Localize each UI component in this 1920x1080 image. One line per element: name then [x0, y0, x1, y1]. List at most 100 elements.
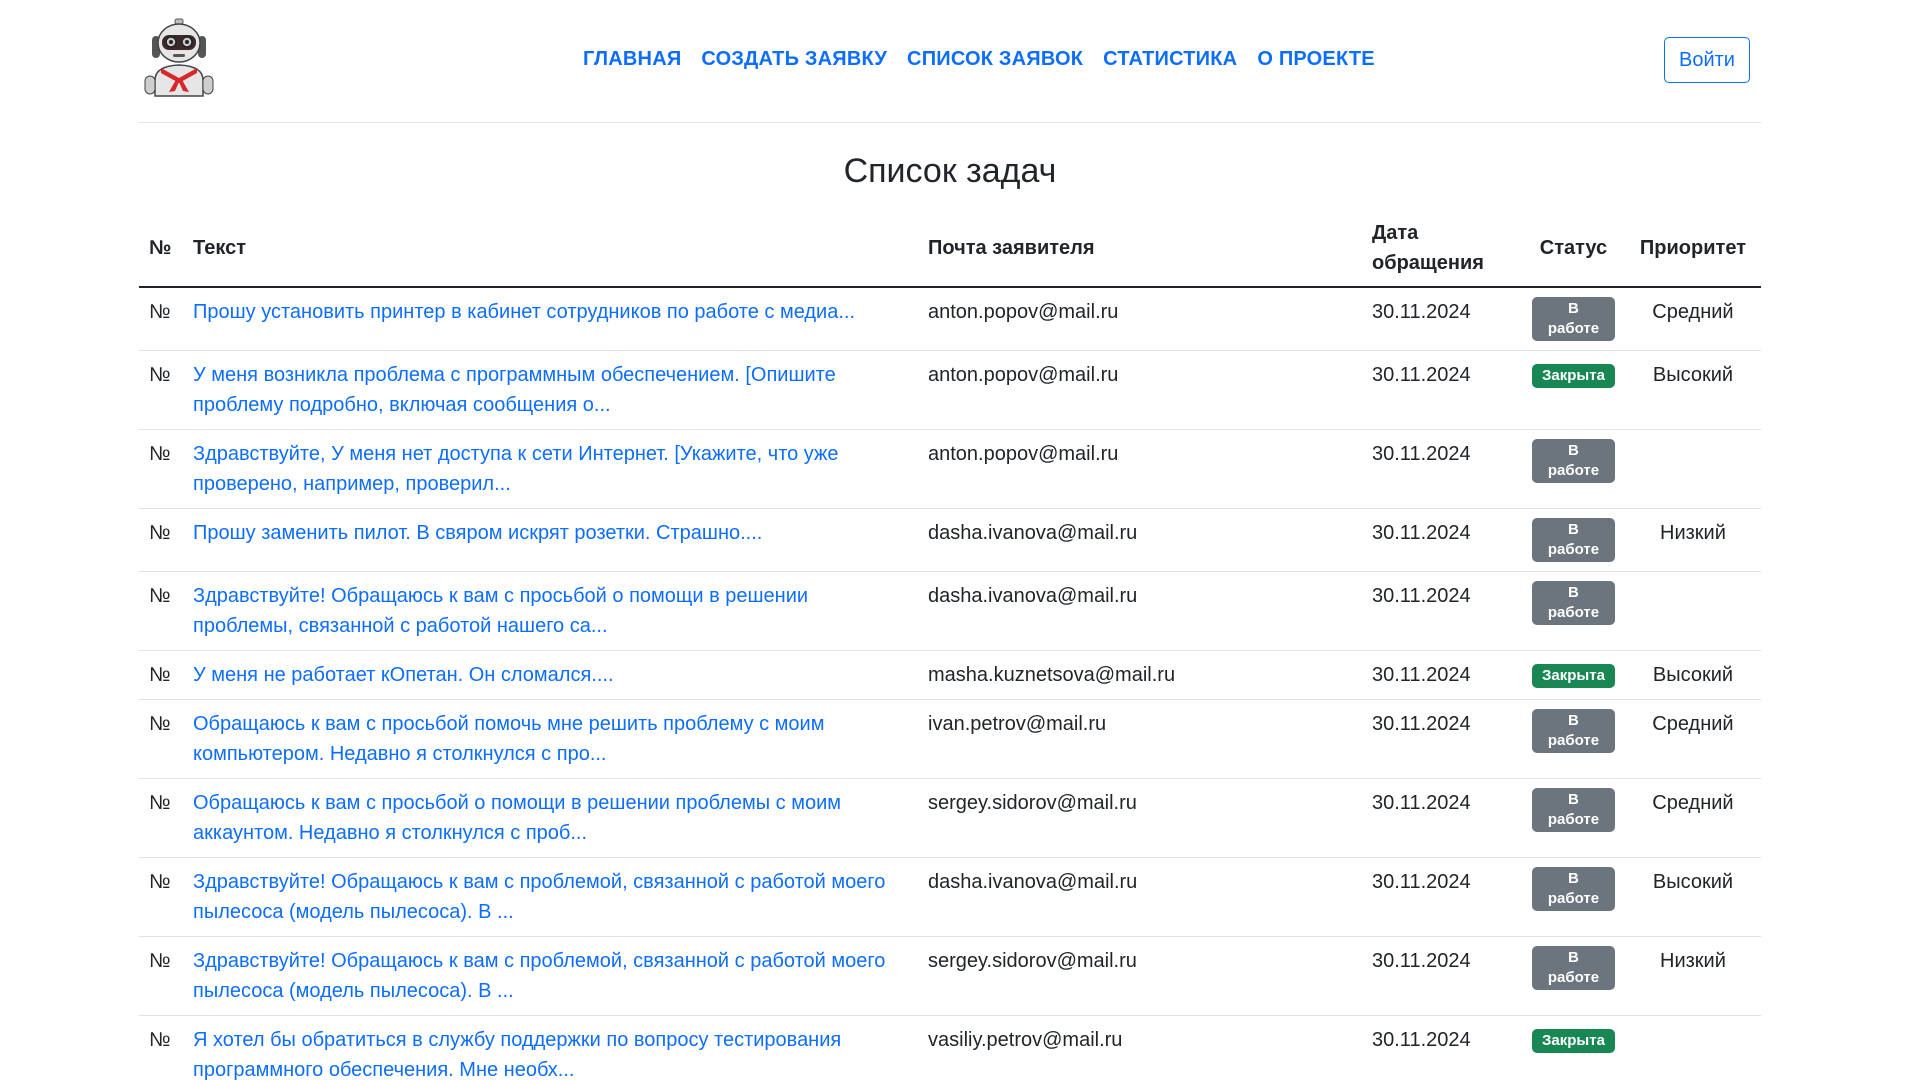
row-status-cell: В работе [1522, 699, 1625, 779]
header-text: Текст [183, 212, 918, 288]
row-status-cell: В работе [1522, 778, 1625, 858]
robot-logo-icon[interactable] [139, 18, 219, 98]
row-email: dasha.ivanova@mail.ru [918, 508, 1362, 572]
row-text-cell: Обращаюсь к вам с просьбой о помощи в ре… [183, 778, 918, 858]
row-text-cell: Прошу заменить пилот. В свяром искрят ро… [183, 508, 918, 572]
request-text-link[interactable]: У меня возникла проблема с программным о… [193, 364, 836, 416]
request-text-link[interactable]: Обращаюсь к вам с просьбой о помощи в ре… [193, 792, 841, 844]
row-number: № [139, 936, 183, 1016]
request-text-link[interactable]: Прошу установить принтер в кабинет сотру… [193, 301, 855, 323]
row-status-cell: В работе [1522, 857, 1625, 937]
table-row: № Обращаюсь к вам с просьбой о помощи в р… [139, 778, 1761, 858]
row-email: ivan.petrov@mail.ru [918, 699, 1362, 779]
row-number: № [139, 699, 183, 779]
row-email: dasha.ivanova@mail.ru [918, 571, 1362, 651]
row-priority: Средний [1624, 287, 1761, 351]
row-number: № [139, 1015, 183, 1080]
row-number: № [139, 287, 183, 351]
request-text-link[interactable]: Здравствуйте, У меня нет доступа к сети … [193, 443, 839, 495]
row-status-cell: В работе [1522, 287, 1625, 351]
row-status-cell: Закрыта [1522, 350, 1625, 430]
table-row: № Здравствуйте! Обращаюсь к вам с просьбо… [139, 571, 1761, 651]
row-number: № [139, 571, 183, 651]
row-status-cell: Закрыта [1522, 1015, 1625, 1080]
row-email: anton.popov@mail.ru [918, 287, 1362, 351]
row-date: 30.11.2024 [1362, 650, 1522, 700]
row-text-cell: У меня не работает кОпетан. Он сломался.… [183, 650, 918, 700]
row-date: 30.11.2024 [1362, 936, 1522, 1016]
row-status-cell: Закрыта [1522, 650, 1625, 700]
row-text-cell: У меня возникла проблема с программным о… [183, 350, 918, 430]
nav-home-link[interactable]: ГЛАВНАЯ [573, 48, 691, 71]
row-text-cell: Здравствуйте, У меня нет доступа к сети … [183, 429, 918, 509]
header-email: Почта заявителя [918, 212, 1362, 288]
row-date: 30.11.2024 [1362, 699, 1522, 779]
row-priority: Низкий [1624, 508, 1761, 572]
status-badge: В работе [1532, 439, 1615, 483]
row-text-cell: Я хотел бы обратиться в службу поддержки… [183, 1015, 918, 1080]
status-badge: В работе [1532, 297, 1615, 341]
row-priority [1624, 429, 1761, 509]
status-badge: В работе [1532, 946, 1615, 990]
row-date: 30.11.2024 [1362, 429, 1522, 509]
status-badge: В работе [1532, 867, 1615, 911]
row-date: 30.11.2024 [1362, 571, 1522, 651]
header-priority: Приоритет [1624, 212, 1761, 288]
table-body: № Прошу установить принтер в кабинет сотр… [139, 287, 1761, 1080]
row-priority [1624, 1015, 1761, 1080]
request-text-link[interactable]: Прошу заменить пилот. В свяром искрят ро… [193, 522, 762, 544]
request-text-link[interactable]: Обращаюсь к вам с просьбой помочь мне ре… [193, 713, 824, 765]
row-email: masha.kuznetsova@mail.ru [918, 650, 1362, 700]
row-priority: Средний [1624, 778, 1761, 858]
status-badge: Закрыта [1532, 363, 1615, 388]
row-email: vasiliy.petrov@mail.ru [918, 1015, 1362, 1080]
request-text-link[interactable]: Здравствуйте! Обращаюсь к вам с проблемо… [193, 871, 885, 923]
row-text-cell: Обращаюсь к вам с просьбой помочь мне ре… [183, 699, 918, 779]
table-row: № У меня не работает кОпетан. Он сломался… [139, 650, 1761, 700]
row-number: № [139, 650, 183, 700]
header-num: № [139, 212, 183, 288]
row-text-cell: Прошу установить принтер в кабинет сотру… [183, 287, 918, 351]
nav-create-request-link[interactable]: СОЗДАТЬ ЗАЯВКУ [691, 48, 897, 71]
row-date: 30.11.2024 [1362, 778, 1522, 858]
row-status-cell: В работе [1522, 571, 1625, 651]
row-text-cell: Здравствуйте! Обращаюсь к вам с проблемо… [183, 857, 918, 937]
table-row: № Здравствуйте! Обращаюсь к вам с проблем… [139, 857, 1761, 937]
row-email: anton.popov@mail.ru [918, 429, 1362, 509]
main-container: ГЛАВНАЯ СОЗДАТЬ ЗАЯВКУ СПИСОК ЗАЯВОК СТА… [139, 0, 1761, 1080]
table-header-row: № Текст Почта заявителя Дата обращения С… [139, 212, 1761, 288]
row-priority: Высокий [1624, 650, 1761, 700]
nav-statistics-link[interactable]: СТАТИСТИКА [1093, 48, 1247, 71]
row-date: 30.11.2024 [1362, 857, 1522, 937]
row-status-cell: В работе [1522, 936, 1625, 1016]
table-row: № У меня возникла проблема с программным … [139, 350, 1761, 430]
request-text-link[interactable]: Я хотел бы обратиться в службу поддержки… [193, 1029, 841, 1080]
row-email: sergey.sidorov@mail.ru [918, 936, 1362, 1016]
request-text-link[interactable]: Здравствуйте! Обращаюсь к вам с просьбой… [193, 585, 808, 637]
row-text-cell: Здравствуйте! Обращаюсь к вам с проблемо… [183, 936, 918, 1016]
nav-request-list-link[interactable]: СПИСОК ЗАЯВОК [897, 48, 1093, 71]
header-status: Статус [1522, 212, 1625, 288]
table-row: № Прошу установить принтер в кабинет сотр… [139, 287, 1761, 351]
row-priority: Низкий [1624, 936, 1761, 1016]
row-priority [1624, 571, 1761, 651]
nav-about-link[interactable]: О ПРОЕКТЕ [1247, 48, 1385, 71]
request-text-link[interactable]: Здравствуйте! Обращаюсь к вам с проблемо… [193, 950, 885, 1002]
status-badge: Закрыта [1532, 663, 1615, 688]
request-text-link[interactable]: У меня не работает кОпетан. Он сломался.… [193, 664, 614, 686]
status-badge: В работе [1532, 788, 1615, 832]
row-number: № [139, 508, 183, 572]
row-text-cell: Здравствуйте! Обращаюсь к вам с просьбой… [183, 571, 918, 651]
table-row: № Здравствуйте! Обращаюсь к вам с проблем… [139, 936, 1761, 1016]
row-priority: Средний [1624, 699, 1761, 779]
login-button[interactable]: Войти [1664, 37, 1750, 83]
row-status-cell: В работе [1522, 508, 1625, 572]
header-date: Дата обращения [1362, 212, 1522, 288]
row-date: 30.11.2024 [1362, 1015, 1522, 1080]
row-number: № [139, 350, 183, 430]
row-number: № [139, 778, 183, 858]
row-email: dasha.ivanova@mail.ru [918, 857, 1362, 937]
row-priority: Высокий [1624, 857, 1761, 937]
table-row: № Обращаюсь к вам с просьбой помочь мне р… [139, 699, 1761, 779]
page: ГЛАВНАЯ СОЗДАТЬ ЗАЯВКУ СПИСОК ЗАЯВОК СТА… [0, 0, 1900, 1080]
